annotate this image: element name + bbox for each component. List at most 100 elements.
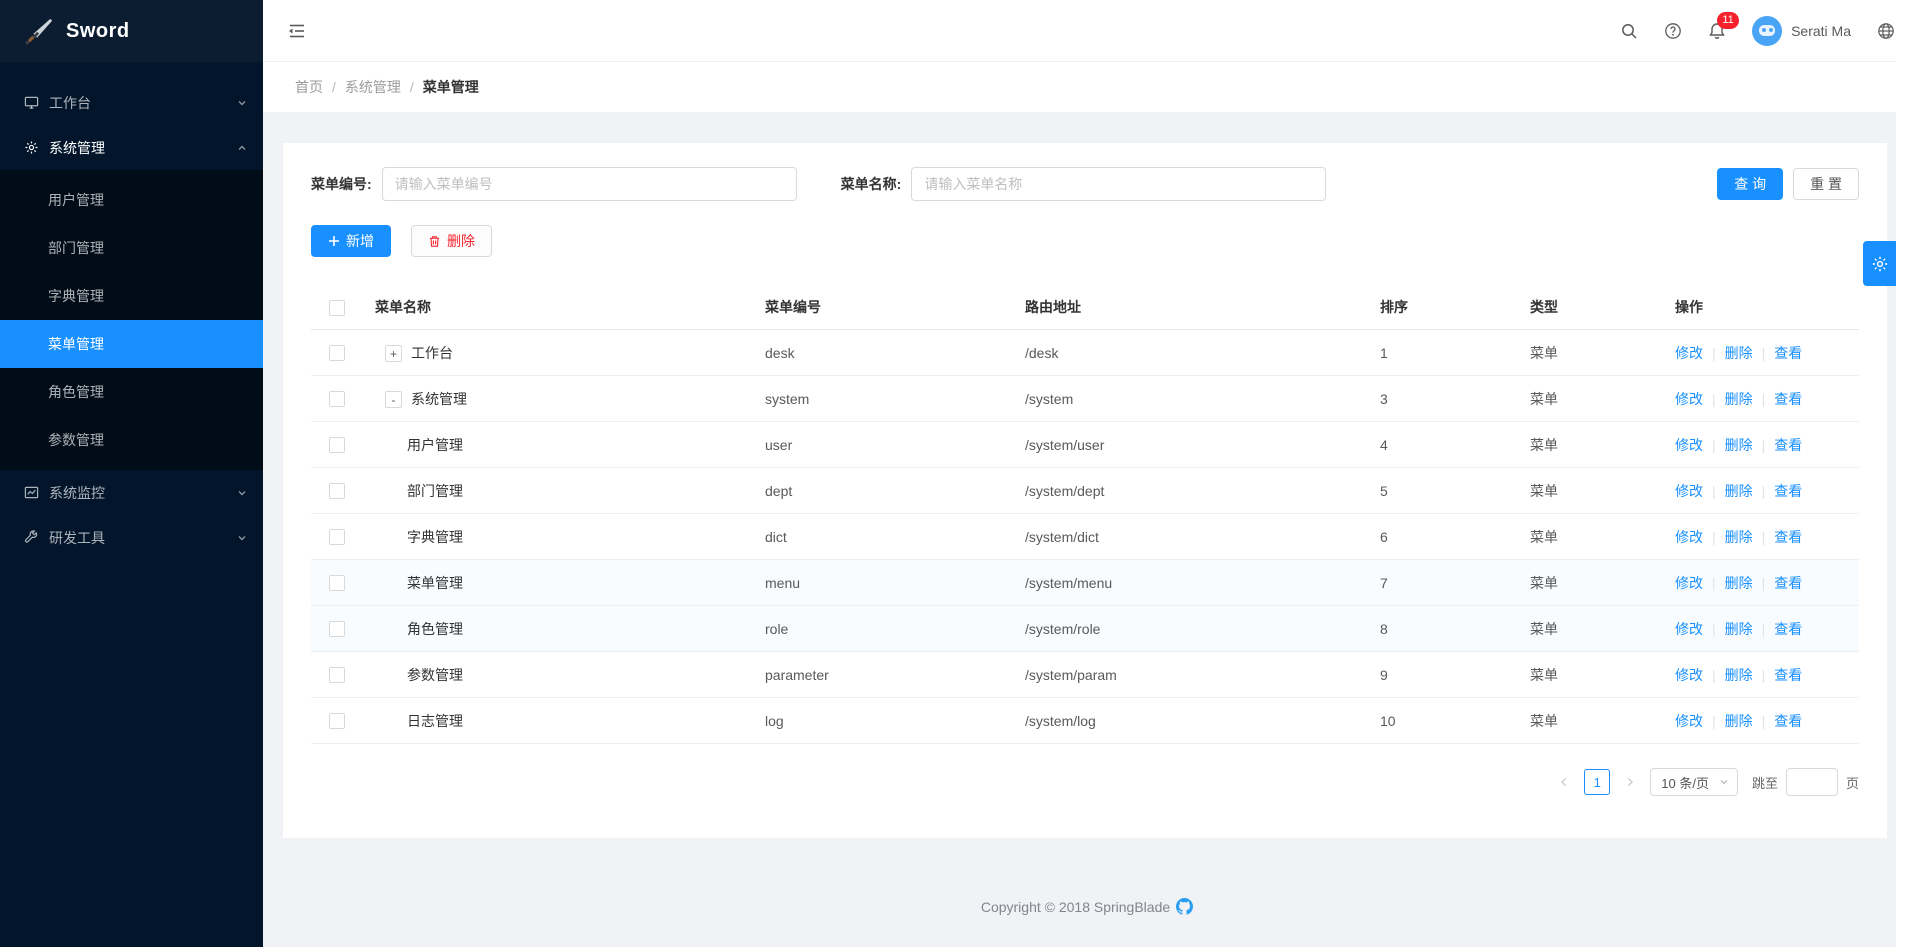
breadcrumb-item[interactable]: 系统管理 — [345, 77, 401, 97]
delete-link[interactable]: 删除 — [1725, 345, 1753, 361]
row-actions: 修改|删除|查看 — [1671, 330, 1859, 376]
delete-link[interactable]: 删除 — [1725, 391, 1753, 407]
sidebar-subitem-item[interactable]: 参数管理 — [0, 416, 263, 464]
delete-link[interactable]: 删除 — [1725, 575, 1753, 591]
sidebar-item-system[interactable]: 系统管理 — [0, 125, 263, 170]
top-header: 11 Serati Ma — [263, 0, 1911, 62]
menu-fold-icon[interactable] — [283, 17, 311, 45]
edit-link[interactable]: 修改 — [1675, 529, 1703, 545]
delete-link[interactable]: 删除 — [1725, 667, 1753, 683]
theme-settings-button[interactable] — [1863, 241, 1896, 286]
sort-cell: 7 — [1376, 560, 1526, 606]
sidebar-subitem-item[interactable]: 用户管理 — [0, 176, 263, 224]
view-link[interactable]: 查看 — [1774, 713, 1802, 729]
search-button[interactable]: 查 询 — [1717, 168, 1783, 200]
next-page-button[interactable] — [1618, 770, 1642, 794]
edit-link[interactable]: 修改 — [1675, 345, 1703, 361]
logo[interactable]: Sword — [0, 0, 263, 62]
search-icon[interactable] — [1620, 22, 1638, 40]
row-checkbox[interactable] — [329, 621, 345, 637]
menu-code-input[interactable] — [382, 167, 797, 201]
page-number[interactable]: 1 — [1584, 769, 1610, 795]
type-cell: 菜单 — [1526, 514, 1671, 560]
breadcrumb-item[interactable]: 首页 — [295, 77, 323, 97]
select-all-checkbox[interactable] — [329, 300, 345, 316]
row-checkbox[interactable] — [329, 529, 345, 545]
route-path-cell: /system — [1021, 376, 1376, 422]
view-link[interactable]: 查看 — [1774, 529, 1802, 545]
sidebar-subitem-label: 部门管理 — [48, 238, 104, 258]
edit-link[interactable]: 修改 — [1675, 391, 1703, 407]
page-size-select[interactable]: 10 条/页 — [1650, 768, 1738, 796]
row-checkbox[interactable] — [329, 391, 345, 407]
edit-link[interactable]: 修改 — [1675, 621, 1703, 637]
user-menu[interactable]: Serati Ma — [1752, 16, 1851, 46]
type-cell: 菜单 — [1526, 652, 1671, 698]
sidebar-item-monitor[interactable]: 系统监控 — [0, 470, 263, 515]
prev-page-button[interactable] — [1552, 770, 1576, 794]
row-checkbox[interactable] — [329, 437, 345, 453]
edit-link[interactable]: 修改 — [1675, 667, 1703, 683]
add-button[interactable]: 新增 — [311, 225, 391, 257]
delete-link[interactable]: 删除 — [1725, 483, 1753, 499]
edit-link[interactable]: 修改 — [1675, 437, 1703, 453]
action-separator: | — [1712, 529, 1716, 545]
sidebar-subitem-item[interactable]: 字典管理 — [0, 272, 263, 320]
edit-link[interactable]: 修改 — [1675, 483, 1703, 499]
jump-page-input[interactable] — [1786, 768, 1838, 796]
column-header: 类型 — [1526, 287, 1671, 330]
notifications-button[interactable]: 11 — [1708, 22, 1726, 40]
table-row: 字典管理dict/system/dict6菜单修改|删除|查看 — [311, 514, 1859, 560]
menu-code-cell: dept — [761, 468, 1021, 514]
help-icon[interactable] — [1664, 22, 1682, 40]
action-separator: | — [1712, 391, 1716, 407]
filter-form: 菜单编号: 菜单名称: 查 询 重 置 — [311, 167, 1859, 201]
menu-code-cell: log — [761, 698, 1021, 744]
sidebar-item-workbench[interactable]: 工作台 — [0, 80, 263, 125]
sidebar-subitem-item[interactable]: 部门管理 — [0, 224, 263, 272]
edit-link[interactable]: 修改 — [1675, 713, 1703, 729]
edit-link[interactable]: 修改 — [1675, 575, 1703, 591]
row-checkbox[interactable] — [329, 483, 345, 499]
menu-name-input[interactable] — [911, 167, 1326, 201]
sidebar-subitem-item[interactable]: 角色管理 — [0, 368, 263, 416]
sort-cell: 9 — [1376, 652, 1526, 698]
view-link[interactable]: 查看 — [1774, 437, 1802, 453]
scrollbar-track[interactable] — [1896, 0, 1911, 947]
delete-link[interactable]: 删除 — [1725, 713, 1753, 729]
delete-button[interactable]: 删除 — [411, 225, 492, 257]
view-link[interactable]: 查看 — [1774, 667, 1802, 683]
globe-icon[interactable] — [1877, 22, 1895, 40]
delete-link[interactable]: 删除 — [1725, 529, 1753, 545]
reset-button[interactable]: 重 置 — [1793, 168, 1859, 200]
view-link[interactable]: 查看 — [1774, 483, 1802, 499]
view-link[interactable]: 查看 — [1774, 621, 1802, 637]
delete-link[interactable]: 删除 — [1725, 437, 1753, 453]
route-path-cell: /system/dept — [1021, 468, 1376, 514]
delete-link[interactable]: 删除 — [1725, 621, 1753, 637]
breadcrumb-item: 菜单管理 — [423, 77, 479, 97]
view-link[interactable]: 查看 — [1774, 345, 1802, 361]
collapse-icon[interactable]: - — [385, 391, 402, 408]
column-header: 排序 — [1376, 287, 1526, 330]
sidebar-item-devtools[interactable]: 研发工具 — [0, 515, 263, 560]
sidebar-subitem-label: 字典管理 — [48, 286, 104, 306]
sidebar-subitem-label: 菜单管理 — [48, 334, 104, 354]
breadcrumb: 首页/系统管理/菜单管理 — [263, 62, 1911, 112]
sort-cell: 6 — [1376, 514, 1526, 560]
submenu-system: 用户管理 部门管理 字典管理 菜单管理 角色管理 参数管理 — [0, 170, 263, 470]
action-separator: | — [1762, 575, 1766, 591]
copyright-text: Copyright © 2018 SpringBlade — [981, 899, 1170, 915]
row-checkbox[interactable] — [329, 667, 345, 683]
view-link[interactable]: 查看 — [1774, 575, 1802, 591]
github-icon[interactable] — [1176, 898, 1193, 915]
row-checkbox[interactable] — [329, 575, 345, 591]
sort-cell: 1 — [1376, 330, 1526, 376]
sort-cell: 10 — [1376, 698, 1526, 744]
row-checkbox[interactable] — [329, 345, 345, 361]
sidebar-subitem-active[interactable]: 菜单管理 — [0, 320, 263, 368]
row-checkbox[interactable] — [329, 713, 345, 729]
menu-name-label: 菜单名称: — [841, 174, 902, 194]
expand-icon[interactable]: + — [385, 345, 402, 362]
view-link[interactable]: 查看 — [1774, 391, 1802, 407]
